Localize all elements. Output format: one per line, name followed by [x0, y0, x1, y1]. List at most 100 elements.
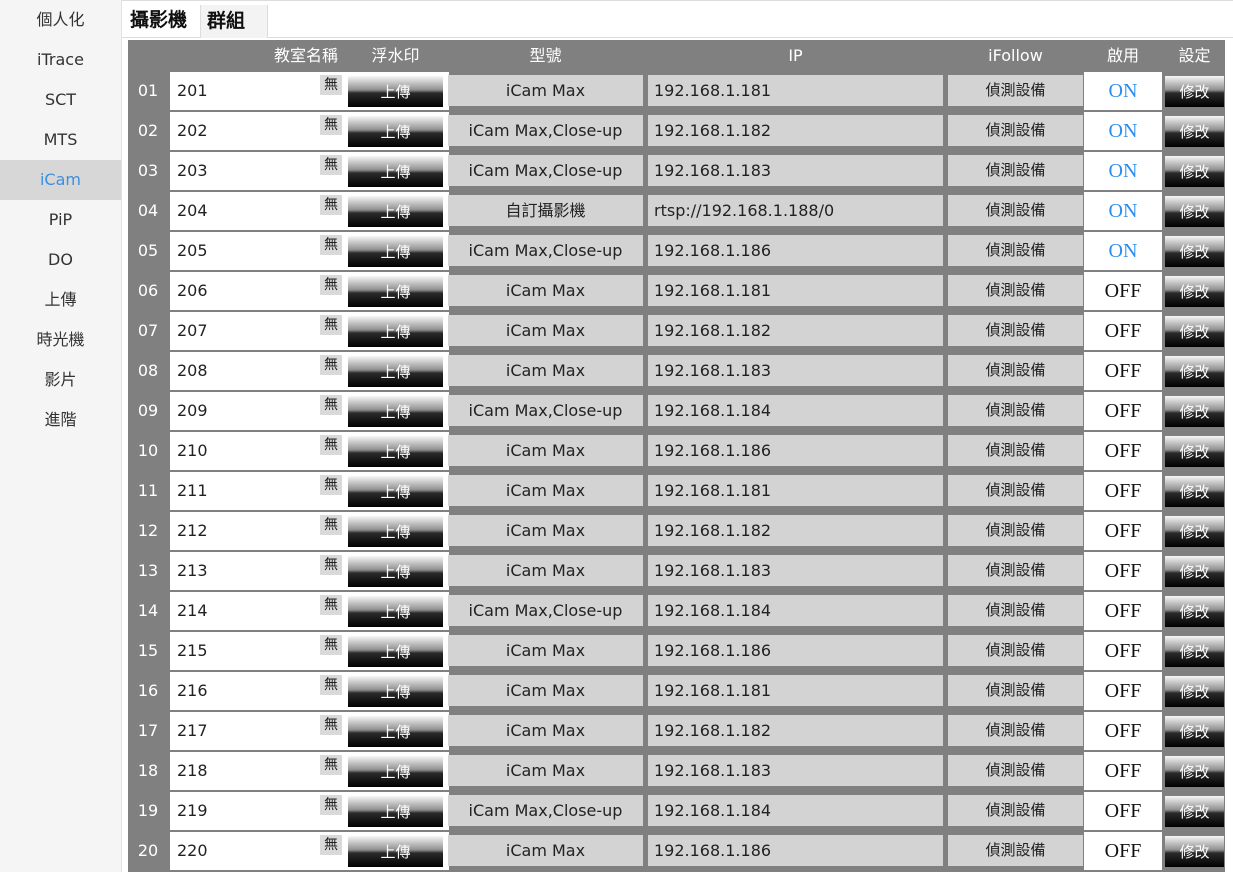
model-select[interactable]: iCam Max: [448, 715, 643, 746]
model-select[interactable]: iCam Max: [448, 475, 643, 506]
edit-button[interactable]: 修改: [1165, 516, 1224, 547]
enable-toggle[interactable]: OFF: [1084, 712, 1162, 750]
detect-device-button[interactable]: 偵測設備: [948, 195, 1083, 226]
sidebar-item-2[interactable]: SCT: [0, 80, 121, 120]
enable-toggle[interactable]: ON: [1084, 72, 1162, 110]
enable-toggle[interactable]: OFF: [1084, 632, 1162, 670]
detect-device-button[interactable]: 偵測設備: [948, 515, 1083, 546]
detect-device-button[interactable]: 偵測設備: [948, 675, 1083, 706]
ip-field[interactable]: 192.168.1.181: [648, 75, 943, 106]
ip-field[interactable]: 192.168.1.182: [648, 515, 943, 546]
ip-field[interactable]: 192.168.1.182: [648, 715, 943, 746]
tab-cameras[interactable]: 攝影機: [130, 4, 187, 36]
model-select[interactable]: iCam Max: [448, 355, 643, 386]
edit-button[interactable]: 修改: [1165, 236, 1224, 267]
model-select[interactable]: iCam Max: [448, 635, 643, 666]
edit-button[interactable]: 修改: [1165, 676, 1224, 707]
enable-toggle[interactable]: ON: [1084, 112, 1162, 150]
enable-toggle[interactable]: OFF: [1084, 352, 1162, 390]
watermark-upload-button[interactable]: 上傳: [348, 116, 443, 147]
edit-button[interactable]: 修改: [1165, 116, 1224, 147]
watermark-upload-button[interactable]: 上傳: [348, 676, 443, 707]
watermark-upload-button[interactable]: 上傳: [348, 516, 443, 547]
sidebar-item-9[interactable]: 影片: [0, 360, 121, 400]
edit-button[interactable]: 修改: [1165, 436, 1224, 467]
model-select[interactable]: iCam Max: [448, 275, 643, 306]
enable-toggle[interactable]: OFF: [1084, 792, 1162, 830]
ip-field[interactable]: 192.168.1.181: [648, 675, 943, 706]
model-select[interactable]: iCam Max,Close-up: [448, 595, 643, 626]
ip-field[interactable]: 192.168.1.183: [648, 755, 943, 786]
watermark-upload-button[interactable]: 上傳: [348, 556, 443, 587]
watermark-upload-button[interactable]: 上傳: [348, 716, 443, 747]
enable-toggle[interactable]: OFF: [1084, 512, 1162, 550]
watermark-upload-button[interactable]: 上傳: [348, 236, 443, 267]
watermark-upload-button[interactable]: 上傳: [348, 796, 443, 827]
model-select[interactable]: iCam Max: [448, 315, 643, 346]
detect-device-button[interactable]: 偵測設備: [948, 155, 1083, 186]
model-select[interactable]: iCam Max,Close-up: [448, 235, 643, 266]
enable-toggle[interactable]: ON: [1084, 192, 1162, 230]
watermark-upload-button[interactable]: 上傳: [348, 356, 443, 387]
ip-field[interactable]: 192.168.1.186: [648, 635, 943, 666]
edit-button[interactable]: 修改: [1165, 836, 1224, 867]
watermark-upload-button[interactable]: 上傳: [348, 196, 443, 227]
enable-toggle[interactable]: OFF: [1084, 392, 1162, 430]
enable-toggle[interactable]: ON: [1084, 152, 1162, 190]
model-select[interactable]: iCam Max,Close-up: [448, 795, 643, 826]
edit-button[interactable]: 修改: [1165, 636, 1224, 667]
detect-device-button[interactable]: 偵測設備: [948, 555, 1083, 586]
model-select[interactable]: iCam Max,Close-up: [448, 155, 643, 186]
detect-device-button[interactable]: 偵測設備: [948, 75, 1083, 106]
ip-field[interactable]: rtsp://192.168.1.188/0: [648, 195, 943, 226]
model-select[interactable]: 自訂攝影機: [448, 195, 643, 226]
detect-device-button[interactable]: 偵測設備: [948, 475, 1083, 506]
edit-button[interactable]: 修改: [1165, 716, 1224, 747]
model-select[interactable]: iCam Max: [448, 675, 643, 706]
edit-button[interactable]: 修改: [1165, 596, 1224, 627]
edit-button[interactable]: 修改: [1165, 396, 1224, 427]
watermark-upload-button[interactable]: 上傳: [348, 396, 443, 427]
enable-toggle[interactable]: OFF: [1084, 272, 1162, 310]
enable-toggle[interactable]: OFF: [1084, 312, 1162, 350]
watermark-upload-button[interactable]: 上傳: [348, 836, 443, 867]
edit-button[interactable]: 修改: [1165, 276, 1224, 307]
watermark-upload-button[interactable]: 上傳: [348, 276, 443, 307]
detect-device-button[interactable]: 偵測設備: [948, 355, 1083, 386]
detect-device-button[interactable]: 偵測設備: [948, 595, 1083, 626]
detect-device-button[interactable]: 偵測設備: [948, 115, 1083, 146]
edit-button[interactable]: 修改: [1165, 796, 1224, 827]
enable-toggle[interactable]: OFF: [1084, 552, 1162, 590]
model-select[interactable]: iCam Max,Close-up: [448, 395, 643, 426]
model-select[interactable]: iCam Max: [448, 515, 643, 546]
ip-field[interactable]: 192.168.1.182: [648, 315, 943, 346]
enable-toggle[interactable]: OFF: [1084, 472, 1162, 510]
sidebar-item-10[interactable]: 進階: [0, 400, 121, 440]
detect-device-button[interactable]: 偵測設備: [948, 315, 1083, 346]
watermark-upload-button[interactable]: 上傳: [348, 156, 443, 187]
watermark-upload-button[interactable]: 上傳: [348, 756, 443, 787]
tab-groups[interactable]: 群組: [200, 5, 268, 38]
detect-device-button[interactable]: 偵測設備: [948, 755, 1083, 786]
model-select[interactable]: iCam Max,Close-up: [448, 115, 643, 146]
sidebar-item-7[interactable]: 上傳: [0, 280, 121, 320]
ip-field[interactable]: 192.168.1.182: [648, 115, 943, 146]
edit-button[interactable]: 修改: [1165, 316, 1224, 347]
ip-field[interactable]: 192.168.1.186: [648, 835, 943, 866]
ip-field[interactable]: 192.168.1.183: [648, 555, 943, 586]
edit-button[interactable]: 修改: [1165, 476, 1224, 507]
edit-button[interactable]: 修改: [1165, 156, 1224, 187]
ip-field[interactable]: 192.168.1.183: [648, 155, 943, 186]
watermark-upload-button[interactable]: 上傳: [348, 476, 443, 507]
edit-button[interactable]: 修改: [1165, 76, 1224, 107]
watermark-upload-button[interactable]: 上傳: [348, 636, 443, 667]
enable-toggle[interactable]: OFF: [1084, 432, 1162, 470]
watermark-upload-button[interactable]: 上傳: [348, 436, 443, 467]
ip-field[interactable]: 192.168.1.183: [648, 355, 943, 386]
detect-device-button[interactable]: 偵測設備: [948, 435, 1083, 466]
ip-field[interactable]: 192.168.1.181: [648, 275, 943, 306]
sidebar-item-5[interactable]: PiP: [0, 200, 121, 240]
ip-field[interactable]: 192.168.1.184: [648, 395, 943, 426]
sidebar-item-6[interactable]: DO: [0, 240, 121, 280]
enable-toggle[interactable]: OFF: [1084, 592, 1162, 630]
